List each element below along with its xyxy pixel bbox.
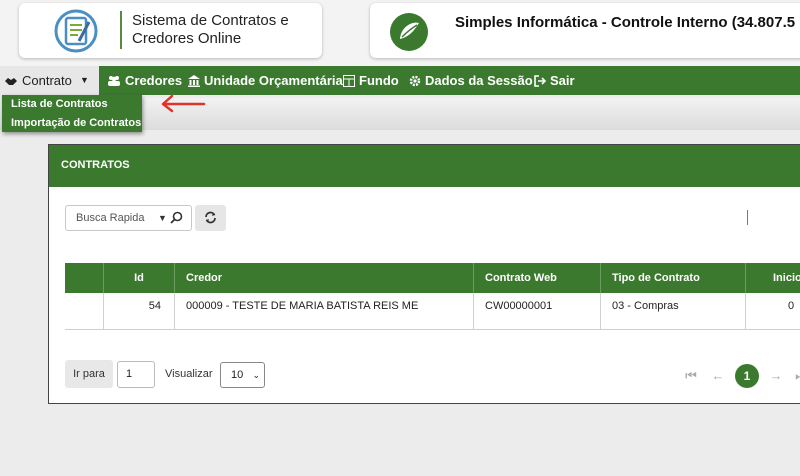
select-caret-icon: ⌄ — [252, 370, 260, 380]
brand-title: Simples Informática - Controle Interno (… — [455, 14, 796, 31]
nav-credores-label: Credores — [125, 73, 183, 88]
top-header: Sistema de Contratos e Credores Online S… — [0, 0, 800, 66]
col-inicio-header[interactable]: Inicio — [745, 263, 800, 293]
nav-sair-label: Sair — [550, 73, 575, 88]
menu-item-importacao-contratos[interactable]: Importação de Contratos — [11, 117, 141, 129]
cell-inicio: 0 — [745, 293, 800, 329]
toolbar-divider — [747, 210, 748, 225]
brand-box: Simples Informática - Controle Interno (… — [370, 3, 800, 58]
col-contrato-web-header[interactable]: Contrato Web — [473, 263, 600, 293]
system-title-line1: Sistema de Contratos e — [132, 12, 289, 29]
nav-dados-sessao-label: Dados da Sessão — [425, 73, 533, 88]
page-size-value: 10 — [231, 369, 244, 381]
nav-unidade-orcamentaria[interactable]: Unidade Orçamentária — [188, 66, 343, 95]
caret-down-icon: ▼ — [80, 75, 89, 85]
col-tipo-contrato-header[interactable]: Tipo de Contrato — [600, 263, 745, 293]
refresh-icon — [205, 211, 216, 224]
first-page-icon[interactable]: ⏮ — [679, 364, 703, 388]
cell-tipo-contrato: 03 - Compras — [600, 293, 745, 329]
col-select-header — [65, 263, 103, 293]
last-page-icon[interactable]: ⏭ — [789, 364, 800, 388]
search-placeholder: Busca Rapida — [76, 212, 145, 224]
table-header: Id Credor Contrato Web Tipo de Contrato … — [65, 263, 800, 293]
panel-title: CONTRATOS — [61, 159, 130, 171]
refresh-button[interactable] — [195, 205, 226, 231]
next-page-icon[interactable]: → — [764, 364, 788, 388]
system-title-line2: Credores Online — [132, 30, 242, 47]
go-to-page-button[interactable]: Ir para — [65, 360, 113, 388]
nav-unidade-label: Unidade Orçamentária — [204, 73, 343, 88]
bank-icon — [188, 75, 200, 87]
cell-id: 54 — [103, 293, 174, 329]
quick-search-input[interactable]: Busca Rapida ▼ — [65, 205, 192, 231]
sign-out-icon — [534, 75, 547, 87]
search-icon[interactable] — [170, 211, 183, 224]
nav-fundo[interactable]: Fundo — [343, 66, 399, 95]
system-title: Sistema de Contratos e Credores Online — [132, 12, 289, 48]
system-logo-box: Sistema de Contratos e Credores Online — [19, 3, 322, 58]
gear-icon — [409, 75, 421, 87]
contracts-panel: CONTRATOS Busca Rapida ▼ Id Credor Contr… — [48, 144, 800, 404]
contract-logo-icon — [54, 9, 98, 53]
logo-divider — [120, 11, 122, 49]
page-number-input[interactable]: 1 — [117, 361, 155, 388]
nav-dados-sessao[interactable]: Dados da Sessão — [409, 66, 533, 95]
brand-logo-icon — [390, 13, 428, 51]
panel-header: CONTRATOS — [49, 145, 800, 187]
nav-contrato[interactable]: Contrato ▼ — [0, 66, 99, 95]
page-button-current[interactable]: 1 — [735, 364, 759, 388]
col-credor-header[interactable]: Credor — [174, 263, 473, 293]
table-icon — [343, 75, 355, 87]
row-select-cell[interactable] — [65, 293, 103, 329]
nav-sair[interactable]: Sair — [534, 66, 575, 95]
nav-credores[interactable]: Credores — [107, 66, 182, 95]
users-icon — [108, 76, 120, 86]
handshake-icon — [5, 78, 17, 85]
contrato-dropdown-menu: Lista de Contratos Importação de Contrat… — [2, 95, 142, 132]
page-size-select[interactable]: 10 ⌄ — [220, 362, 265, 388]
cell-contrato-web: CW00000001 — [473, 293, 600, 329]
nav-contrato-label: Contrato — [22, 73, 72, 88]
caret-down-icon[interactable]: ▼ — [158, 213, 167, 223]
red-arrow-annotation-icon — [161, 94, 206, 113]
main-navbar: Contrato ▼ Credores Unidade Orçamentária… — [0, 66, 800, 95]
col-id-header[interactable]: Id — [103, 263, 174, 293]
nav-fundo-label: Fundo — [359, 73, 399, 88]
view-label: Visualizar — [165, 368, 213, 380]
menu-item-lista-contratos[interactable]: Lista de Contratos — [11, 98, 108, 110]
table-row[interactable]: 54 000009 - TESTE DE MARIA BATISTA REIS … — [65, 293, 800, 330]
cell-credor: 000009 - TESTE DE MARIA BATISTA REIS ME — [174, 293, 473, 329]
prev-page-icon[interactable]: ← — [706, 364, 730, 388]
